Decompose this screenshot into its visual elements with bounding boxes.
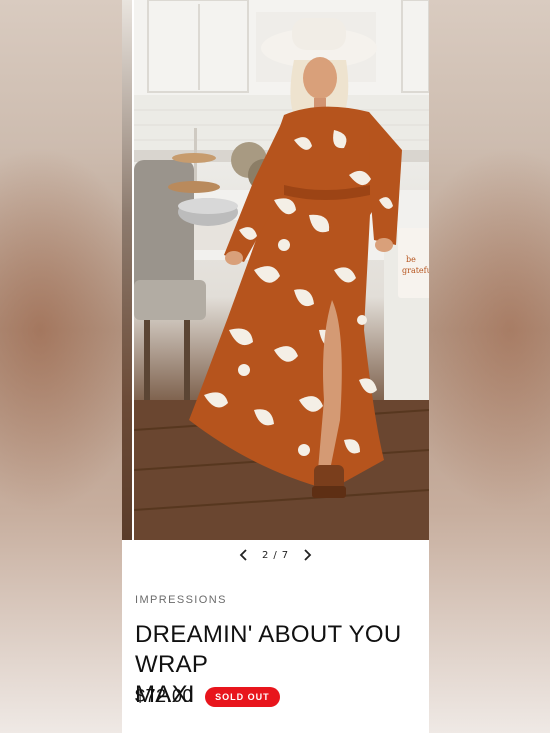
page-separator: / — [273, 549, 278, 561]
svg-text:be: be — [406, 255, 416, 264]
gallery-pager: 2 / 7 — [122, 540, 429, 570]
sold-out-badge: SOLD OUT — [205, 686, 280, 707]
previous-slide-peek[interactable] — [122, 0, 132, 540]
total-pages: 7 — [281, 549, 290, 561]
product-photo-illustration: be grateful — [134, 0, 429, 540]
product-image-gallery[interactable]: be grateful — [122, 0, 429, 540]
svg-text:grateful: grateful — [402, 266, 429, 275]
chevron-right-icon[interactable] — [299, 547, 315, 563]
product-price: $72.00 — [135, 686, 194, 706]
page-indicator: 2 / 7 — [262, 550, 289, 561]
product-page: be grateful — [122, 0, 429, 733]
chevron-left-icon[interactable] — [236, 547, 252, 563]
current-page: 2 — [261, 549, 270, 561]
product-photo[interactable]: be grateful — [134, 0, 429, 540]
product-brand[interactable]: IMPRESSIONS — [135, 594, 227, 606]
price-row: $72.00 SOLD OUT — [135, 686, 280, 707]
